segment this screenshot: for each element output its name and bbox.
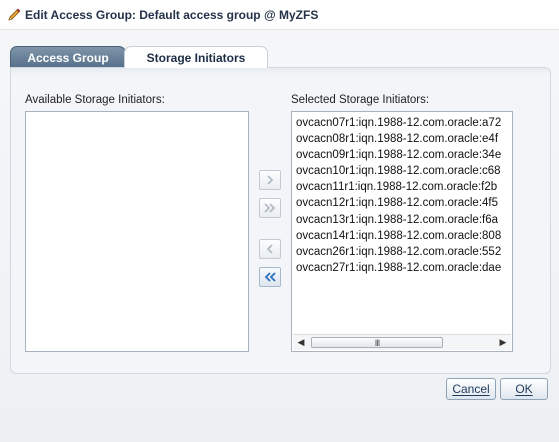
pencil-icon (8, 8, 21, 21)
list-item[interactable]: ovcacn13r1:iqn.1988-12.com.oracle:f6a (296, 212, 510, 228)
cancel-button-label: Cancel (452, 382, 490, 396)
list-item[interactable]: ovcacn10r1:iqn.1988-12.com.oracle:c68 (296, 163, 510, 179)
scroll-left-arrow-icon[interactable]: ◀ (294, 335, 308, 350)
selected-initiators-label: Selected Storage Initiators: (291, 94, 430, 106)
edit-access-group-dialog: Edit Access Group: Default access group … (0, 0, 559, 442)
scrollbar-thumb[interactable]: III (311, 337, 443, 348)
move-all-button[interactable] (259, 198, 281, 218)
scroll-right-arrow-icon[interactable]: ▶ (496, 335, 510, 350)
remove-selected-button[interactable] (259, 239, 281, 259)
dialog-title-bar: Edit Access Group: Default access group … (0, 0, 559, 30)
selected-initiators-items: ovcacn07r1:iqn.1988-12.com.oracle:a72 ovc… (296, 115, 510, 276)
list-item[interactable]: ovcacn12r1:iqn.1988-12.com.oracle:4f5 (296, 195, 510, 211)
storage-initiators-panel: Available Storage Initiators: Selected S… (10, 67, 551, 374)
remove-all-button[interactable] (259, 267, 281, 287)
dialog-title: Edit Access Group: Default access group … (25, 7, 319, 22)
double-chevron-right-icon (264, 203, 276, 213)
horizontal-scrollbar[interactable]: ◀ III ▶ (293, 334, 511, 350)
cancel-button[interactable]: Cancel (446, 378, 496, 400)
double-chevron-left-icon (264, 272, 276, 282)
chevron-left-icon (266, 244, 273, 254)
list-item[interactable]: ovcacn07r1:iqn.1988-12.com.oracle:a72 (296, 115, 510, 131)
move-selected-button[interactable] (259, 170, 281, 190)
list-item[interactable]: ovcacn09r1:iqn.1988-12.com.oracle:34e (296, 147, 510, 163)
chevron-right-icon (267, 175, 274, 185)
tab-access-group[interactable]: Access Group (10, 46, 126, 68)
available-initiators-label: Available Storage Initiators: (25, 94, 165, 106)
ok-button-label: OK (515, 382, 533, 396)
list-item[interactable]: ovcacn08r1:iqn.1988-12.com.oracle:e4f (296, 131, 510, 147)
list-item[interactable]: ovcacn14r1:iqn.1988-12.com.oracle:808 (296, 228, 510, 244)
tab-bar: Access Group Storage Initiators (10, 46, 268, 68)
tab-storage-initiators[interactable]: Storage Initiators (124, 46, 268, 68)
list-item[interactable]: ovcacn11r1:iqn.1988-12.com.oracle:f2b (296, 179, 510, 195)
panel-header-strip (11, 68, 550, 76)
ok-button[interactable]: OK (500, 378, 548, 400)
list-item[interactable]: ovcacn27r1:iqn.1988-12.com.oracle:dae (296, 260, 510, 276)
selected-initiators-list[interactable]: ovcacn07r1:iqn.1988-12.com.oracle:a72 ovc… (291, 111, 513, 352)
list-item[interactable]: ovcacn26r1:iqn.1988-12.com.oracle:552 (296, 244, 510, 260)
available-initiators-list[interactable] (25, 111, 249, 352)
